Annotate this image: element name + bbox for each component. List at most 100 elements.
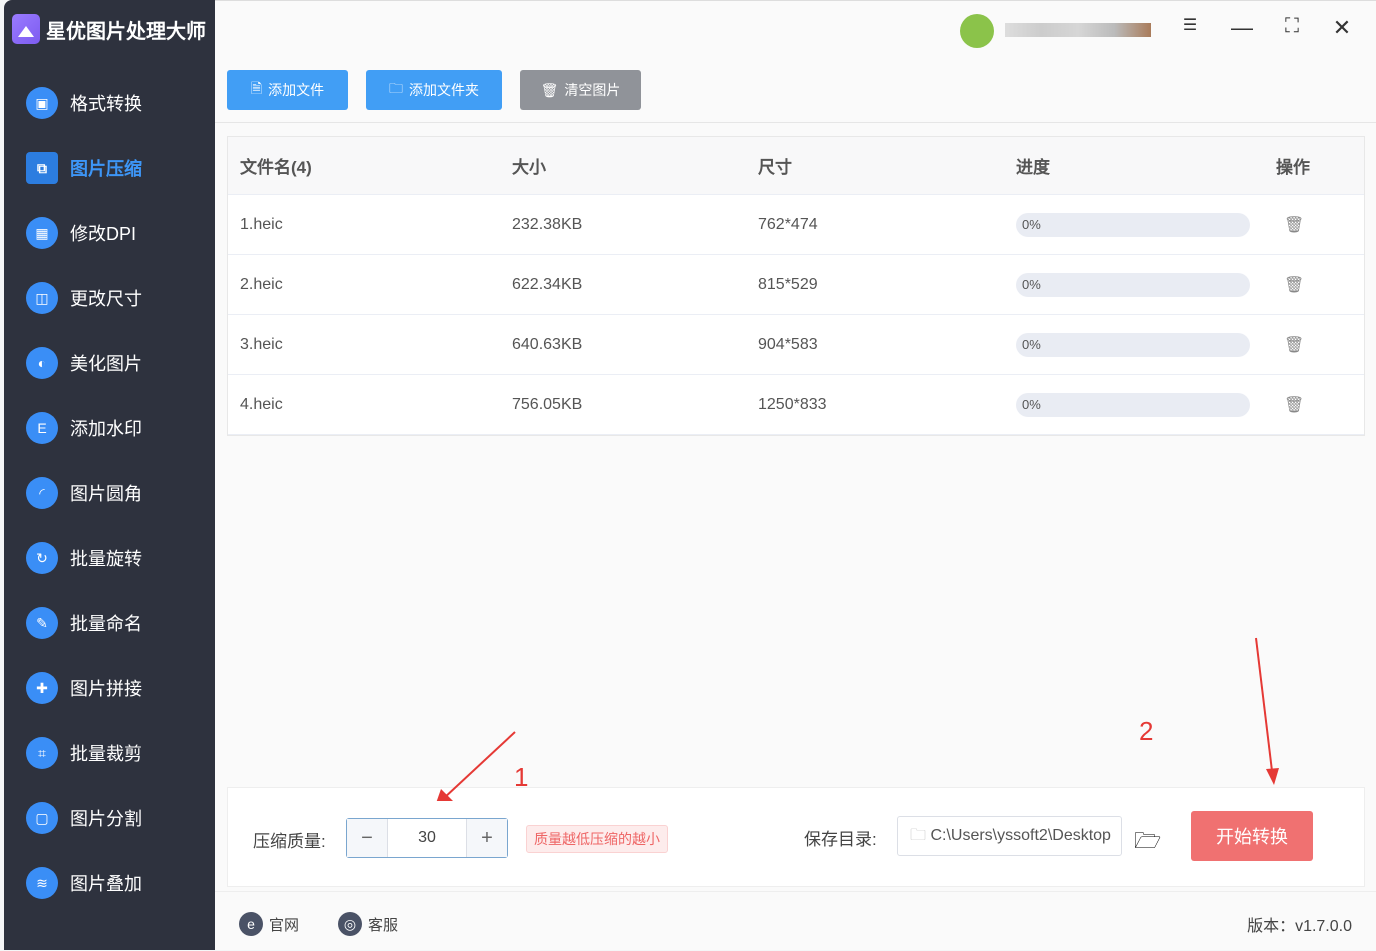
progress-bar: 0% <box>1016 332 1250 357</box>
folder-icon: 🗀 <box>389 80 403 96</box>
sidebar-item-2[interactable]: ▦ 修改DPI <box>26 213 136 253</box>
folder-small-icon: 🗀 <box>910 827 931 844</box>
file-dimensions: 1250*833 <box>758 395 827 413</box>
support-label: 客服 <box>368 916 399 934</box>
beautify-icon: ◐ <box>26 347 58 379</box>
quality-input[interactable]: 30 <box>387 819 467 857</box>
quality-label: 压缩质量: <box>253 832 326 851</box>
delete-icon[interactable]: 🗑 <box>1276 337 1304 354</box>
image-convert-icon: ▣ <box>26 87 58 119</box>
start-convert-button[interactable]: 开始转换 <box>1191 811 1313 861</box>
dpi-icon: ▦ <box>26 217 58 249</box>
table-row: 1.heic 232.38KB 762*474 0% 🗑 <box>228 195 1364 255</box>
sidebar-item-label: 添加水印 <box>70 419 142 439</box>
delete-icon[interactable]: 🗑 <box>1276 397 1304 414</box>
arrow-2-head <box>1266 768 1279 785</box>
puzzle-icon: ✚ <box>26 672 58 704</box>
app-title: 星优图片处理大师 <box>46 20 206 43</box>
sidebar-item-12[interactable]: ≋ 图片叠加 <box>26 863 142 903</box>
file-size: 622.34KB <box>512 275 583 293</box>
sidebar: 星优图片处理大师 ▣ 格式转换 ⧉ 图片压缩 ▦ 修改DPI ◫ 更改尺寸 ◐ 美化图片 E 添加水印… <box>4 0 215 950</box>
sidebar-item-label: 批量命名 <box>70 614 142 634</box>
website-link[interactable]: e 官网 <box>239 912 299 936</box>
sidebar-item-label: 批量裁剪 <box>70 744 142 764</box>
sidebar-item-6[interactable]: ◜ 图片圆角 <box>26 473 142 513</box>
arrow-2 <box>1255 637 1273 772</box>
support-link[interactable]: ◎ 客服 <box>338 912 398 936</box>
sidebar-item-label: 修改DPI <box>70 224 137 244</box>
header-filename: 文件名(4) <box>240 158 312 177</box>
sidebar-item-1[interactable]: ⧉ 图片压缩 <box>26 148 142 188</box>
file-size: 232.38KB <box>512 215 583 233</box>
annotation-2: 2 <box>1139 716 1154 746</box>
header-progress: 进度 <box>1016 158 1050 177</box>
browse-folder-icon[interactable]: 🗁 <box>1134 824 1161 862</box>
watermark-icon: E <box>26 412 58 444</box>
sidebar-item-5[interactable]: E 添加水印 <box>26 408 142 448</box>
divider <box>215 122 1376 123</box>
sidebar-item-label: 图片圆角 <box>70 484 142 504</box>
trash-icon: 🗑 <box>540 81 559 98</box>
app-logo: 星优图片处理大师 <box>12 14 206 44</box>
progress-bar: 0% <box>1016 212 1250 237</box>
sidebar-item-8[interactable]: ✎ 批量命名 <box>26 603 142 643</box>
rounded-corner-icon: ◜ <box>26 477 58 509</box>
table-header: 文件名(4) 大小 尺寸 进度 操作 <box>228 137 1364 195</box>
rotate-icon: ↻ <box>26 542 58 574</box>
add-file-button[interactable]: 🗎 添加文件 <box>227 70 348 110</box>
website-label: 官网 <box>269 916 300 934</box>
image-compress-icon: ⧉ <box>26 152 58 184</box>
chat-icon: ◎ <box>338 912 362 936</box>
header-dimensions: 尺寸 <box>758 158 792 177</box>
quality-hint: 质量越低压缩的越小 <box>526 825 668 853</box>
sidebar-item-0[interactable]: ▣ 格式转换 <box>26 83 142 123</box>
split-icon: ▢ <box>26 802 58 834</box>
annotation-1: 1 <box>514 762 529 792</box>
footer: e 官网 ◎ 客服 版本：v1.7.0.0 <box>215 891 1376 951</box>
save-path-value: C:\Users\yssoft2\Desktop <box>930 827 1111 844</box>
user-name-blurred <box>1005 23 1151 37</box>
file-dimensions: 815*529 <box>758 275 818 293</box>
clear-images-button[interactable]: 🗑 清空图片 <box>520 70 641 110</box>
table-row: 3.heic 640.63KB 904*583 0% 🗑 <box>228 315 1364 375</box>
save-dir-label: 保存目录: <box>804 830 877 849</box>
sidebar-item-4[interactable]: ◐ 美化图片 <box>26 343 142 383</box>
file-name: 3.heic <box>240 335 283 353</box>
add-folder-button[interactable]: 🗀 添加文件夹 <box>366 70 502 110</box>
file-name: 1.heic <box>240 215 283 233</box>
delete-icon[interactable]: 🗑 <box>1276 277 1304 294</box>
sidebar-item-label: 图片分割 <box>70 809 142 829</box>
close-icon[interactable]: ✕ <box>1327 15 1357 41</box>
header-actions: 操作 <box>1276 158 1310 177</box>
resize-icon: ◫ <box>26 282 58 314</box>
menu-icon[interactable]: ☰ <box>1175 15 1205 35</box>
table-row: 2.heic 622.34KB 815*529 0% 🗑 <box>228 255 1364 315</box>
progress-bar: 0% <box>1016 272 1250 297</box>
add-file-label: 添加文件 <box>268 82 325 98</box>
crop-icon: ⌗ <box>26 737 58 769</box>
sidebar-item-label: 美化图片 <box>70 354 142 374</box>
sidebar-item-label: 图片压缩 <box>70 159 142 179</box>
sidebar-item-label: 批量旋转 <box>70 549 142 569</box>
quality-stepper[interactable]: − 30 + <box>346 818 508 858</box>
version-label: 版本：v1.7.0.0 <box>1247 918 1352 935</box>
avatar[interactable] <box>960 14 994 48</box>
file-size: 640.63KB <box>512 335 583 353</box>
browser-icon: e <box>239 912 263 936</box>
settings-panel: 压缩质量: − 30 + 质量越低压缩的越小 保存目录: 🗀 C:\Users\… <box>227 787 1365 887</box>
save-path-input[interactable]: 🗀 C:\Users\yssoft2\Desktop <box>897 816 1122 856</box>
minimize-icon[interactable]: — <box>1227 15 1257 41</box>
delete-icon[interactable]: 🗑 <box>1276 217 1304 234</box>
file-dimensions: 762*474 <box>758 215 818 233</box>
increment-button[interactable]: + <box>467 819 507 857</box>
maximize-icon[interactable]: ⛶ <box>1277 15 1307 38</box>
rename-icon: ✎ <box>26 607 58 639</box>
sidebar-item-11[interactable]: ▢ 图片分割 <box>26 798 142 838</box>
sidebar-item-9[interactable]: ✚ 图片拼接 <box>26 668 142 708</box>
header-size: 大小 <box>512 158 546 177</box>
sidebar-item-label: 格式转换 <box>70 94 142 114</box>
sidebar-item-10[interactable]: ⌗ 批量裁剪 <box>26 733 142 773</box>
sidebar-item-3[interactable]: ◫ 更改尺寸 <box>26 278 142 318</box>
sidebar-item-7[interactable]: ↻ 批量旋转 <box>26 538 142 578</box>
decrement-button[interactable]: − <box>347 819 387 857</box>
